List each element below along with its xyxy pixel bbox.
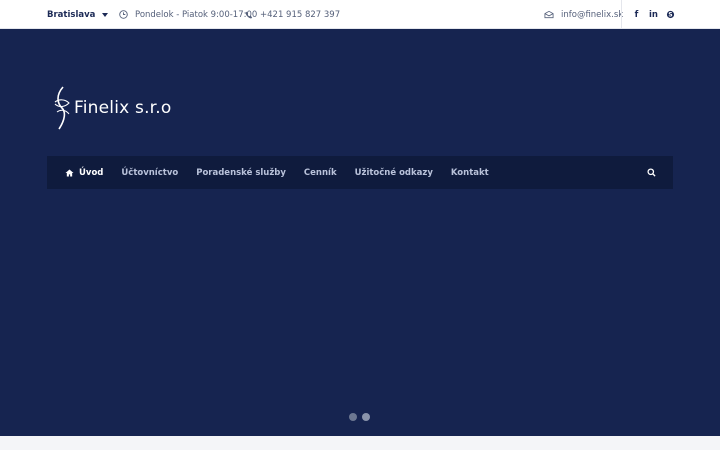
email-address: info@finelix.sk	[561, 9, 624, 20]
social-links: f in S	[628, 0, 679, 29]
phone-number: +421 915 827 397	[260, 9, 341, 20]
topbar-divider	[621, 0, 622, 29]
slider-dot-1[interactable]	[349, 413, 357, 421]
nav-item-cennik[interactable]: Cenník	[304, 156, 337, 189]
main-navigation: Úvod Účtovníctvo Poradenské služby Cenní…	[47, 156, 673, 189]
city-label: Bratislava	[47, 9, 96, 20]
phone-icon	[245, 11, 253, 19]
phone-contact[interactable]: +421 915 827 397	[245, 0, 340, 29]
nav-item-kontakt[interactable]: Kontakt	[451, 156, 489, 189]
email-contact[interactable]: info@finelix.sk	[544, 0, 623, 29]
nav-item-uzitocne-odkazy[interactable]: Užitočné odkazy	[355, 156, 433, 189]
nav-label: Cenník	[303, 167, 337, 178]
nav-label: Účtovníctvo	[121, 167, 179, 178]
nav-item-uvod[interactable]: Úvod	[65, 156, 103, 189]
page-content-start	[0, 436, 720, 450]
chevron-down-icon	[102, 12, 109, 17]
search-button[interactable]	[647, 156, 656, 189]
nav-label: Kontakt	[450, 167, 489, 178]
opening-hours: Pondelok - Piatok 9:00-17:00	[119, 0, 257, 29]
hero-banner: Finelix s.r.o Úvod Účtovníctvo Poradensk…	[0, 29, 720, 436]
clock-icon	[119, 10, 128, 19]
slider-pagination	[349, 413, 370, 421]
brand-name: Finelix s.r.o	[74, 98, 172, 118]
slider-dot-2[interactable]	[362, 413, 370, 421]
nav-label: Poradenské služby	[196, 167, 286, 178]
search-icon	[647, 168, 656, 177]
nav-item-uctovnictvo[interactable]: Účtovníctvo	[121, 156, 178, 189]
linkedin-icon[interactable]: in	[645, 10, 662, 20]
nav-label: Úvod	[79, 167, 104, 178]
envelope-icon	[544, 10, 554, 19]
top-bar: Bratislava Pondelok - Piatok 9:00-17:00 …	[0, 0, 720, 29]
hours-text: Pondelok - Piatok 9:00-17:00	[135, 9, 258, 20]
facebook-icon[interactable]: f	[628, 10, 645, 20]
city-selector[interactable]: Bratislava	[47, 0, 109, 29]
skype-icon[interactable]: S	[662, 10, 679, 20]
site-logo[interactable]: Finelix s.r.o	[52, 85, 172, 131]
skype-glyph: S	[668, 12, 672, 18]
logo-mark-icon	[54, 86, 70, 130]
nav-label: Užitočné odkazy	[354, 167, 433, 178]
home-icon	[65, 168, 74, 177]
nav-item-poradenske-sluzby[interactable]: Poradenské služby	[196, 156, 286, 189]
